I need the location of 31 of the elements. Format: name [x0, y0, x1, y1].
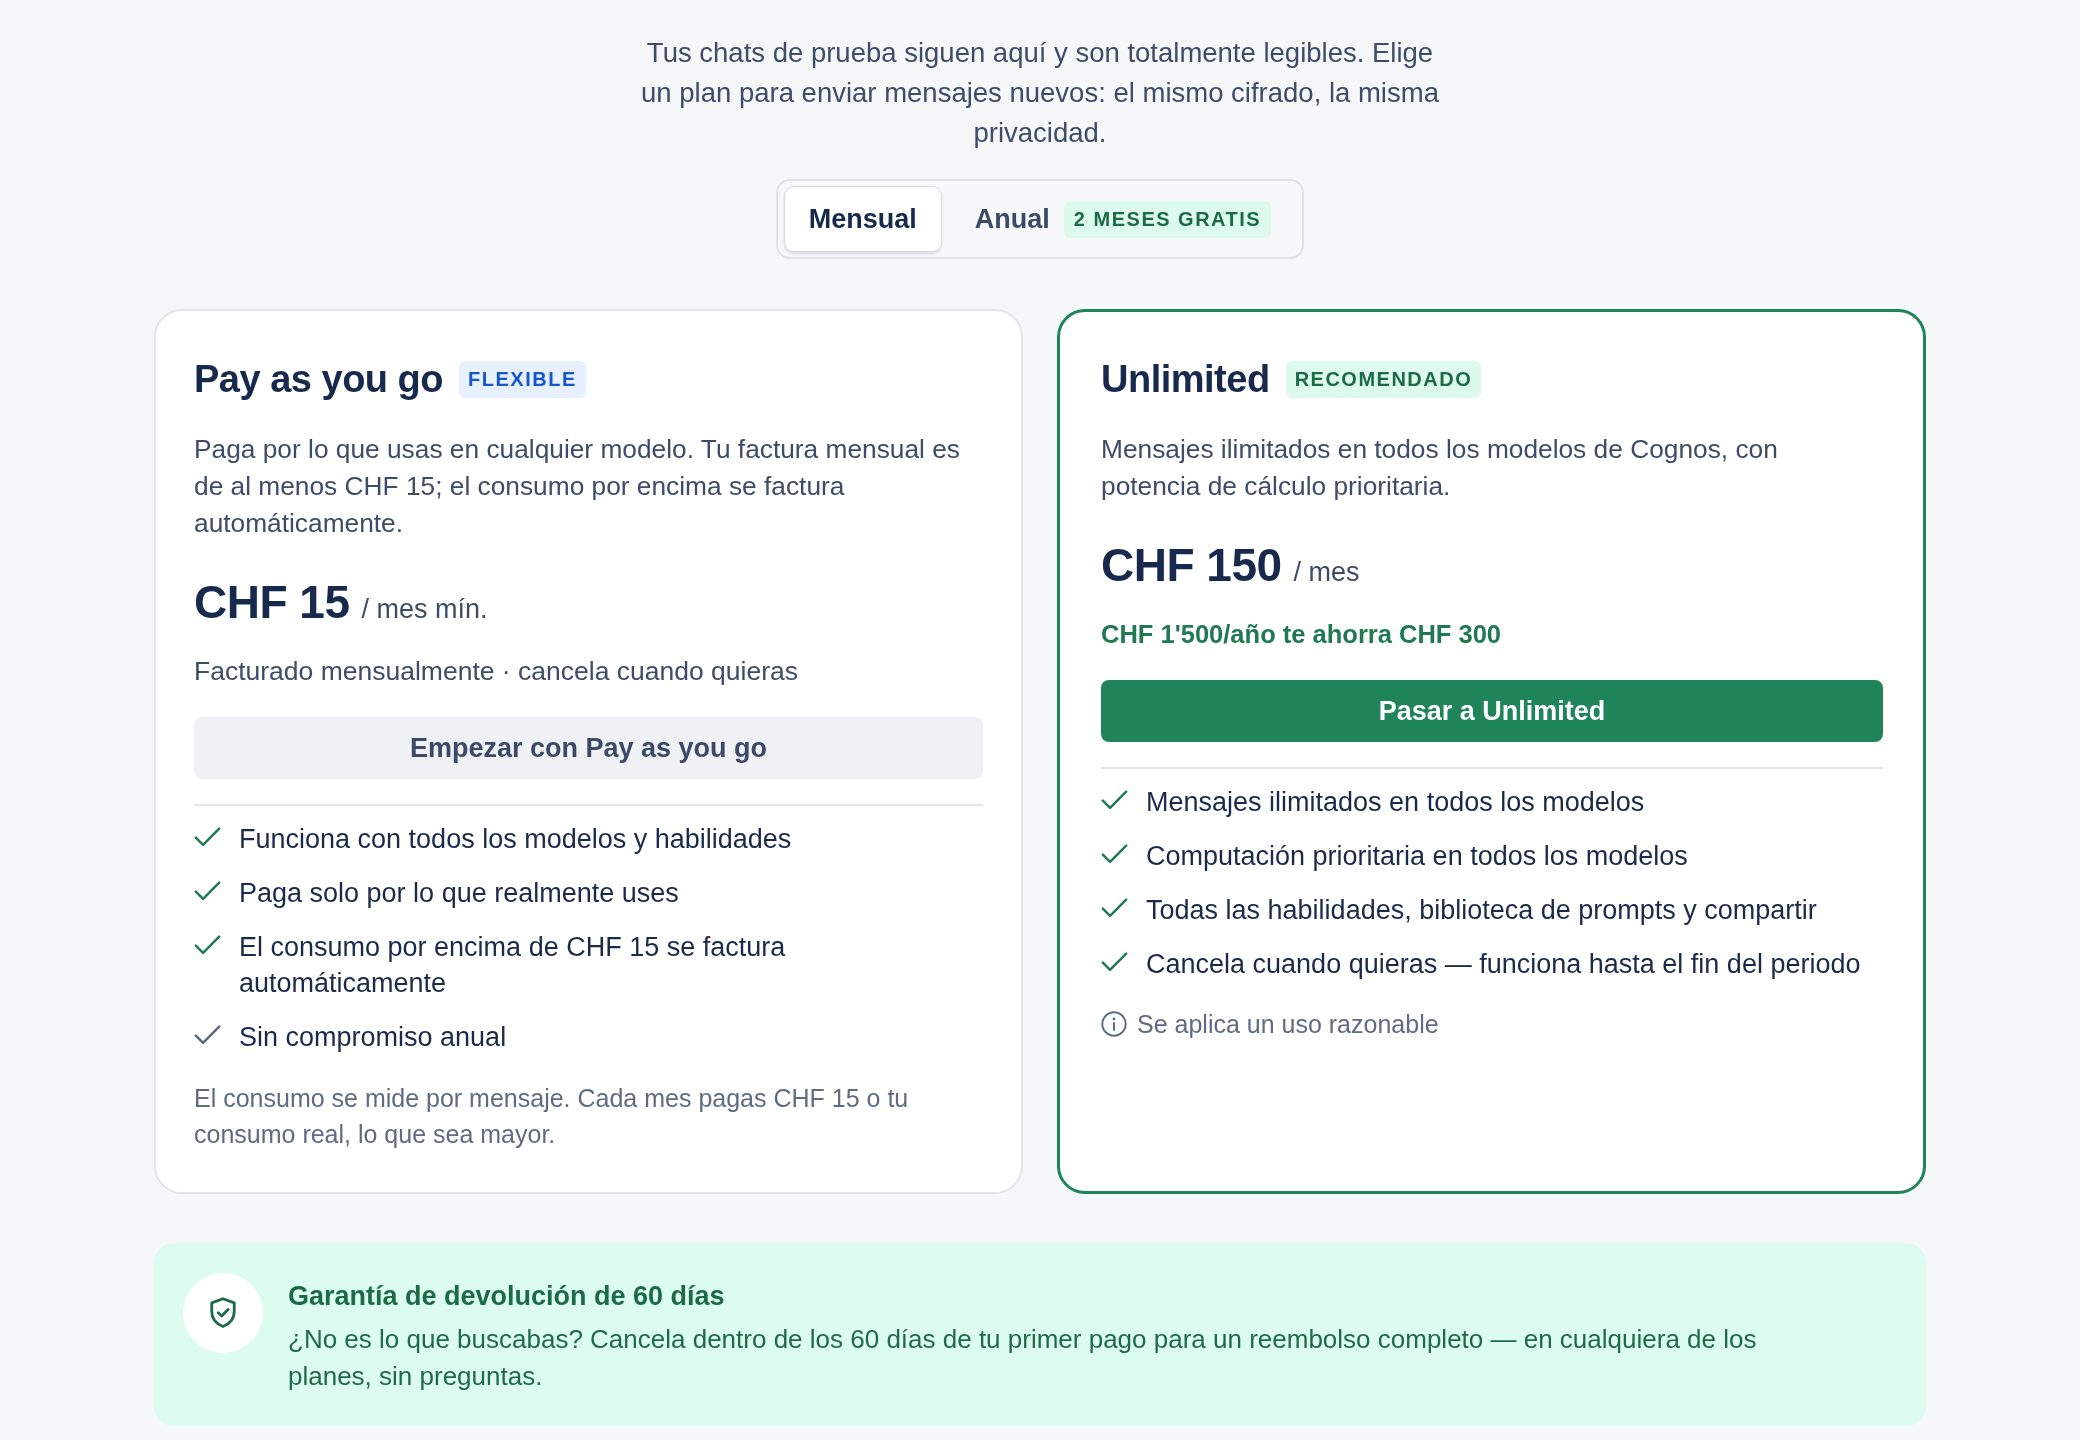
feature-text: Todas las habilidades, biblioteca de prompts y compartir [1146, 894, 1818, 927]
feature-text: Sin compromiso anual [239, 1021, 508, 1054]
feature-text: Mensajes ilimitados en todos los modelos [1146, 786, 1646, 819]
plan-price: CHF 15 [194, 575, 350, 630]
feature-text: Computación prioritaria en todos los modelos [1146, 840, 1689, 873]
price-period: / mes [1293, 557, 1360, 588]
billing-note: Facturado mensualmente · cancela cuando quieras [194, 655, 799, 688]
plan-description: Paga por lo que usas en cualquier modelo. Tu factura mensual es de al menos CHF 15; el consumo por encima se factura automáticamente. [194, 433, 961, 540]
plan-name: Pay as you go [194, 357, 444, 402]
info-icon [1101, 1011, 1127, 1037]
plan-button[interactable]: Pasar a Unlimited [1101, 680, 1883, 742]
guarantee-title: Garantía de devolución de 60 días [288, 1280, 726, 1313]
plan-description: Mensajes ilimitados en todos los modelos de Cognos, con potencia de cálculo prioritaria. [1101, 433, 1779, 503]
plan-price: CHF 150 [1101, 538, 1282, 593]
plan-tag: FLEXIBLE [459, 360, 586, 398]
feature-text: Cancela cuando quieras — funciona hasta el fin del periodo [1146, 948, 1862, 981]
feature-text: El consumo por encima de CHF 15 se factura automáticamente [239, 931, 787, 1000]
billing-tab[interactable]: Anual 2 MESES GRATIS [949, 186, 1297, 252]
plan-name: Unlimited [1101, 357, 1270, 402]
feature-text: Funciona con todos los modelos y habilidades [239, 823, 793, 856]
intro-text: Tus chats de prueba siguen aquí y son totalmente legibles. Elige un plan para enviar mensajes nuevos: el mismo cifrado, la misma privacidad. [640, 36, 1440, 150]
fair-use-note: Se aplica un uso razonable [1137, 1009, 1439, 1040]
discount-tag: 2 MESES GRATIS [1063, 200, 1272, 238]
plan-tag: RECOMENDADO [1285, 360, 1482, 398]
feature-text: Paga solo por lo que realmente uses [239, 877, 680, 910]
savings-note: CHF 1'500/año te ahorra CHF 300 [1101, 619, 1503, 650]
guarantee-text: ¿No es lo que buscabas? Cancela dentro de los 60 días de tu primer pago para un reembolso completo — en cualquiera de los planes, sin preguntas. [288, 1323, 1758, 1393]
plan-button[interactable]: Empezar con Pay as you go [194, 717, 983, 779]
billing-tab[interactable]: Mensual [783, 186, 942, 252]
price-period: / mes mín. [361, 594, 488, 625]
footnote-text: El consumo se mide por mensaje. Cada mes pagas CHF 15 o tu consumo real, lo que sea mayor. [194, 1083, 910, 1150]
